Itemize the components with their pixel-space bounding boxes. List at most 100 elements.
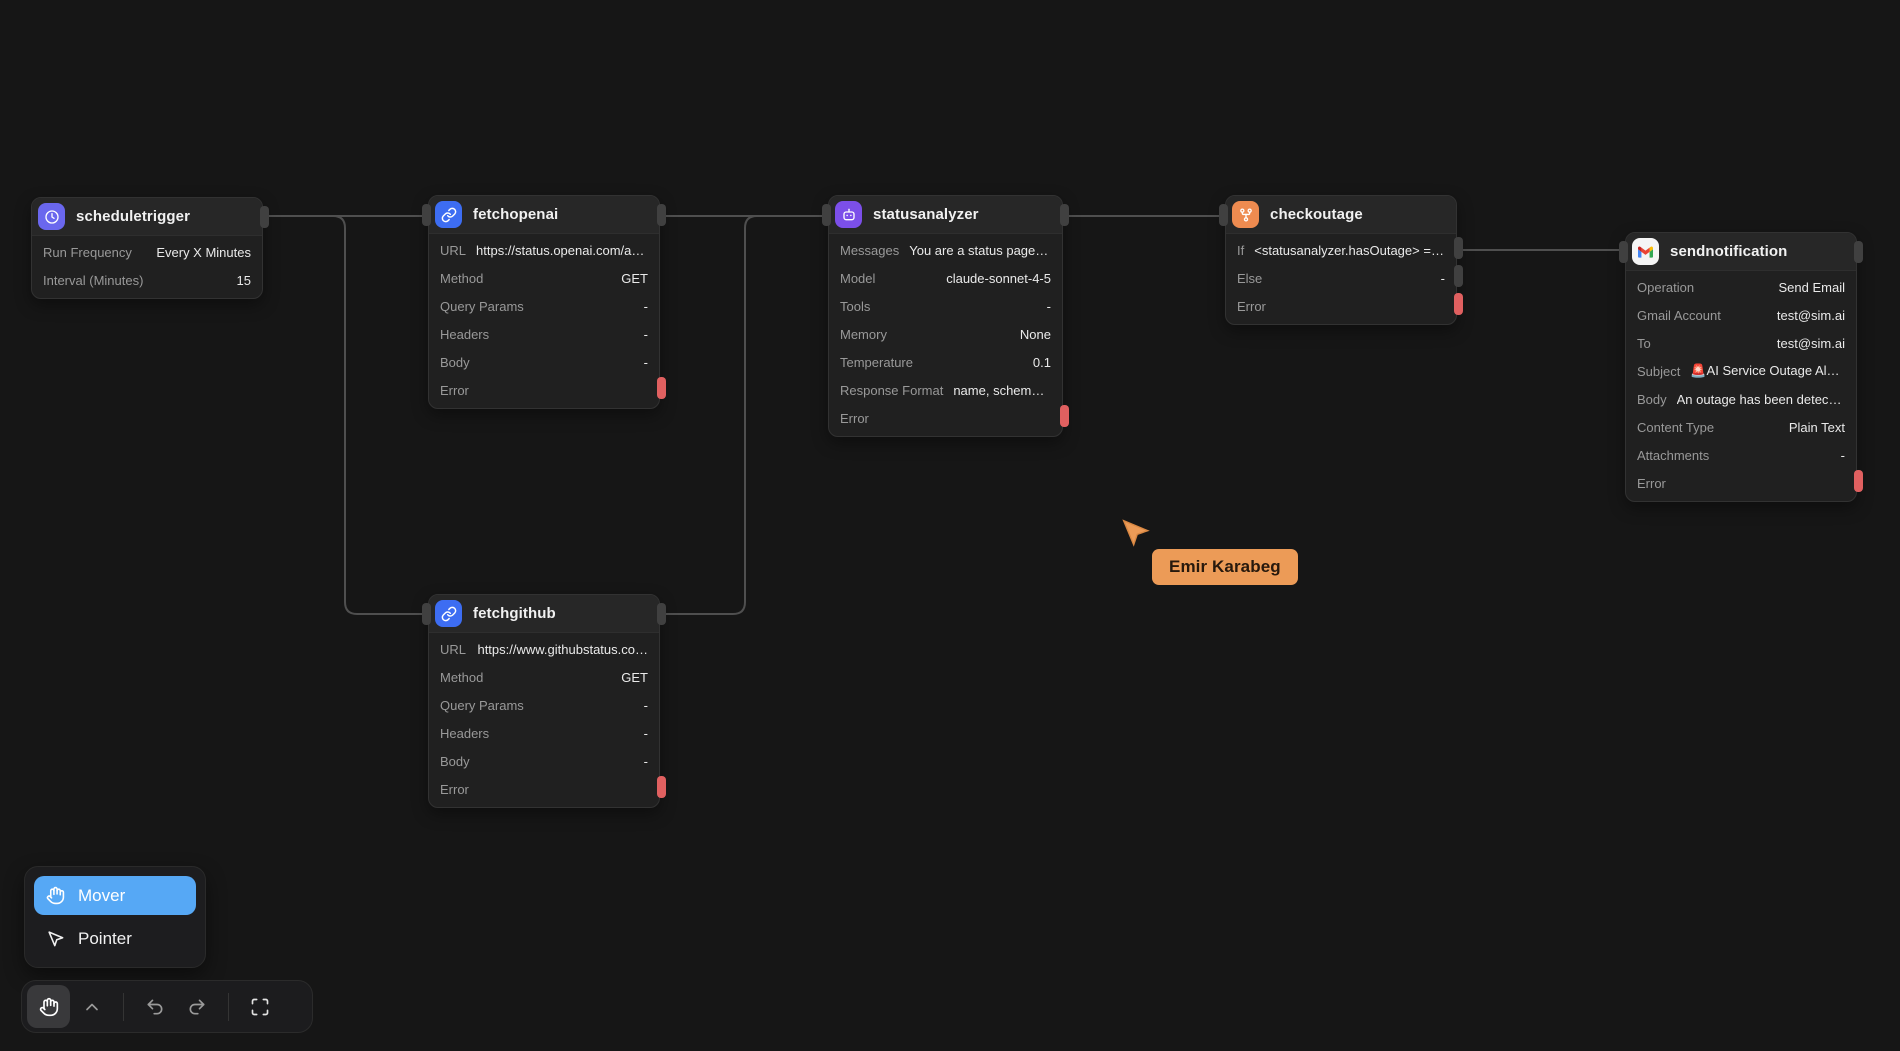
node-header[interactable]: checkoutage	[1226, 196, 1456, 234]
node-row[interactable]: Memory None	[829, 320, 1062, 348]
connection-fetchgithub-statusanalyzer[interactable]	[660, 216, 828, 614]
node-header[interactable]: sendnotification	[1626, 233, 1856, 271]
tool-item-pointer[interactable]: Pointer	[34, 919, 196, 958]
row-value: https://www.githubstatus.co…	[476, 642, 648, 657]
api-icon	[435, 201, 462, 228]
fullscreen-button[interactable]	[240, 986, 280, 1028]
error-handle[interactable]	[657, 377, 666, 399]
node-row[interactable]: Attachments -	[1626, 441, 1856, 469]
node-row-error[interactable]: Error	[1226, 292, 1456, 320]
node-header[interactable]: statusanalyzer	[829, 196, 1062, 234]
node-row[interactable]: Messages You are a status page an…	[829, 236, 1062, 264]
node-row[interactable]: Method GET	[429, 264, 659, 292]
node-scheduletrigger[interactable]: scheduletrigger Run Frequency Every X Mi…	[31, 197, 263, 299]
row-value: -	[1719, 448, 1845, 463]
hand-tool-button[interactable]	[27, 985, 70, 1028]
row-value: test@sim.ai	[1661, 336, 1845, 351]
toolbar-divider	[123, 993, 124, 1021]
row-label: Error	[440, 782, 469, 797]
hand-icon	[46, 886, 65, 905]
collapse-tool-menu-button[interactable]	[72, 986, 112, 1028]
node-statusanalyzer[interactable]: statusanalyzer Messages You are a status…	[828, 195, 1063, 437]
node-sendnotification[interactable]: sendnotification Operation Send Email Gm…	[1625, 232, 1857, 502]
node-title: fetchgithub	[473, 605, 556, 622]
node-header[interactable]: scheduletrigger	[32, 198, 262, 236]
tool-item-mover[interactable]: Mover	[34, 876, 196, 915]
row-label: Interval (Minutes)	[43, 273, 143, 288]
node-row[interactable]: Operation Send Email	[1626, 273, 1856, 301]
row-value: 0.1	[923, 355, 1051, 370]
node-row-error[interactable]: Error	[429, 376, 659, 404]
pointer-icon	[46, 929, 65, 948]
row-label: Query Params	[440, 299, 524, 314]
node-checkoutage[interactable]: checkoutage If <statusanalyzer.hasOutage…	[1225, 195, 1457, 325]
input-handle[interactable]	[1619, 241, 1628, 263]
workflow-canvas[interactable]: scheduletrigger Run Frequency Every X Mi…	[0, 0, 1900, 1051]
row-value: You are a status page an…	[909, 243, 1051, 258]
hand-icon	[39, 997, 59, 1017]
output-handle[interactable]	[1854, 241, 1863, 263]
node-row-error[interactable]: Error	[1626, 469, 1856, 497]
error-handle[interactable]	[1854, 470, 1863, 492]
row-value: -	[880, 299, 1051, 314]
input-handle[interactable]	[422, 603, 431, 625]
node-row[interactable]: Model claude-sonnet-4-5	[829, 264, 1062, 292]
row-label: Body	[440, 355, 470, 370]
node-header[interactable]: fetchgithub	[429, 595, 659, 633]
row-label: If	[1237, 243, 1244, 258]
row-label: Subject	[1637, 364, 1680, 379]
toolbar-divider	[228, 993, 229, 1021]
node-row[interactable]: Headers -	[429, 320, 659, 348]
node-row[interactable]: To test@sim.ai	[1626, 329, 1856, 357]
node-row[interactable]: Temperature 0.1	[829, 348, 1062, 376]
input-handle[interactable]	[422, 204, 431, 226]
node-fetchgithub[interactable]: fetchgithub URL https://www.githubstatus…	[428, 594, 660, 808]
node-row[interactable]: Tools -	[829, 292, 1062, 320]
else-output-handle[interactable]	[1454, 265, 1463, 287]
node-row[interactable]: Else -	[1226, 264, 1456, 292]
node-row[interactable]: Method GET	[429, 663, 659, 691]
error-handle[interactable]	[1060, 405, 1069, 427]
error-handle[interactable]	[657, 776, 666, 798]
output-handle[interactable]	[260, 206, 269, 228]
row-value: test@sim.ai	[1731, 308, 1845, 323]
node-row-error[interactable]: Error	[429, 775, 659, 803]
row-value: -	[480, 355, 648, 370]
node-row[interactable]: Subject 🚨AI Service Outage Alert …	[1626, 357, 1856, 385]
row-value: GET	[493, 271, 648, 286]
node-row[interactable]: Response Format name, schema +1	[829, 376, 1062, 404]
node-row[interactable]: Gmail Account test@sim.ai	[1626, 301, 1856, 329]
node-row[interactable]: Query Params -	[429, 292, 659, 320]
redo-button[interactable]	[177, 986, 217, 1028]
node-row[interactable]: Run Frequency Every X Minutes	[32, 238, 262, 266]
node-row[interactable]: Content Type Plain Text	[1626, 413, 1856, 441]
output-handle[interactable]	[657, 603, 666, 625]
node-row[interactable]: Interval (Minutes) 15	[32, 266, 262, 294]
node-header[interactable]: fetchopenai	[429, 196, 659, 234]
fork-icon	[1232, 201, 1259, 228]
output-handle[interactable]	[657, 204, 666, 226]
node-row[interactable]: URL https://www.githubstatus.co…	[429, 635, 659, 663]
input-handle[interactable]	[822, 204, 831, 226]
node-row[interactable]: Query Params -	[429, 691, 659, 719]
node-row-error[interactable]: Error	[829, 404, 1062, 432]
node-row[interactable]: Body -	[429, 348, 659, 376]
error-handle[interactable]	[1454, 293, 1463, 315]
connection-scheduletrigger-fetchgithub[interactable]	[263, 216, 428, 614]
node-fetchopenai[interactable]: fetchopenai URL https://status.openai.co…	[428, 195, 660, 409]
node-row[interactable]: Headers -	[429, 719, 659, 747]
row-label: Method	[440, 670, 483, 685]
row-label: Temperature	[840, 355, 913, 370]
node-row[interactable]: Body An outage has been detecte…	[1626, 385, 1856, 413]
row-label: To	[1637, 336, 1651, 351]
node-row[interactable]: URL https://status.openai.com/api…	[429, 236, 659, 264]
node-title: fetchopenai	[473, 206, 558, 223]
row-value: <statusanalyzer.hasOutage> ===…	[1254, 243, 1445, 258]
input-handle[interactable]	[1219, 204, 1228, 226]
node-row[interactable]: Body -	[429, 747, 659, 775]
if-output-handle[interactable]	[1454, 237, 1463, 259]
output-handle[interactable]	[1060, 204, 1069, 226]
node-row[interactable]: If <statusanalyzer.hasOutage> ===…	[1226, 236, 1456, 264]
row-value: -	[1272, 271, 1445, 286]
undo-button[interactable]	[135, 986, 175, 1028]
